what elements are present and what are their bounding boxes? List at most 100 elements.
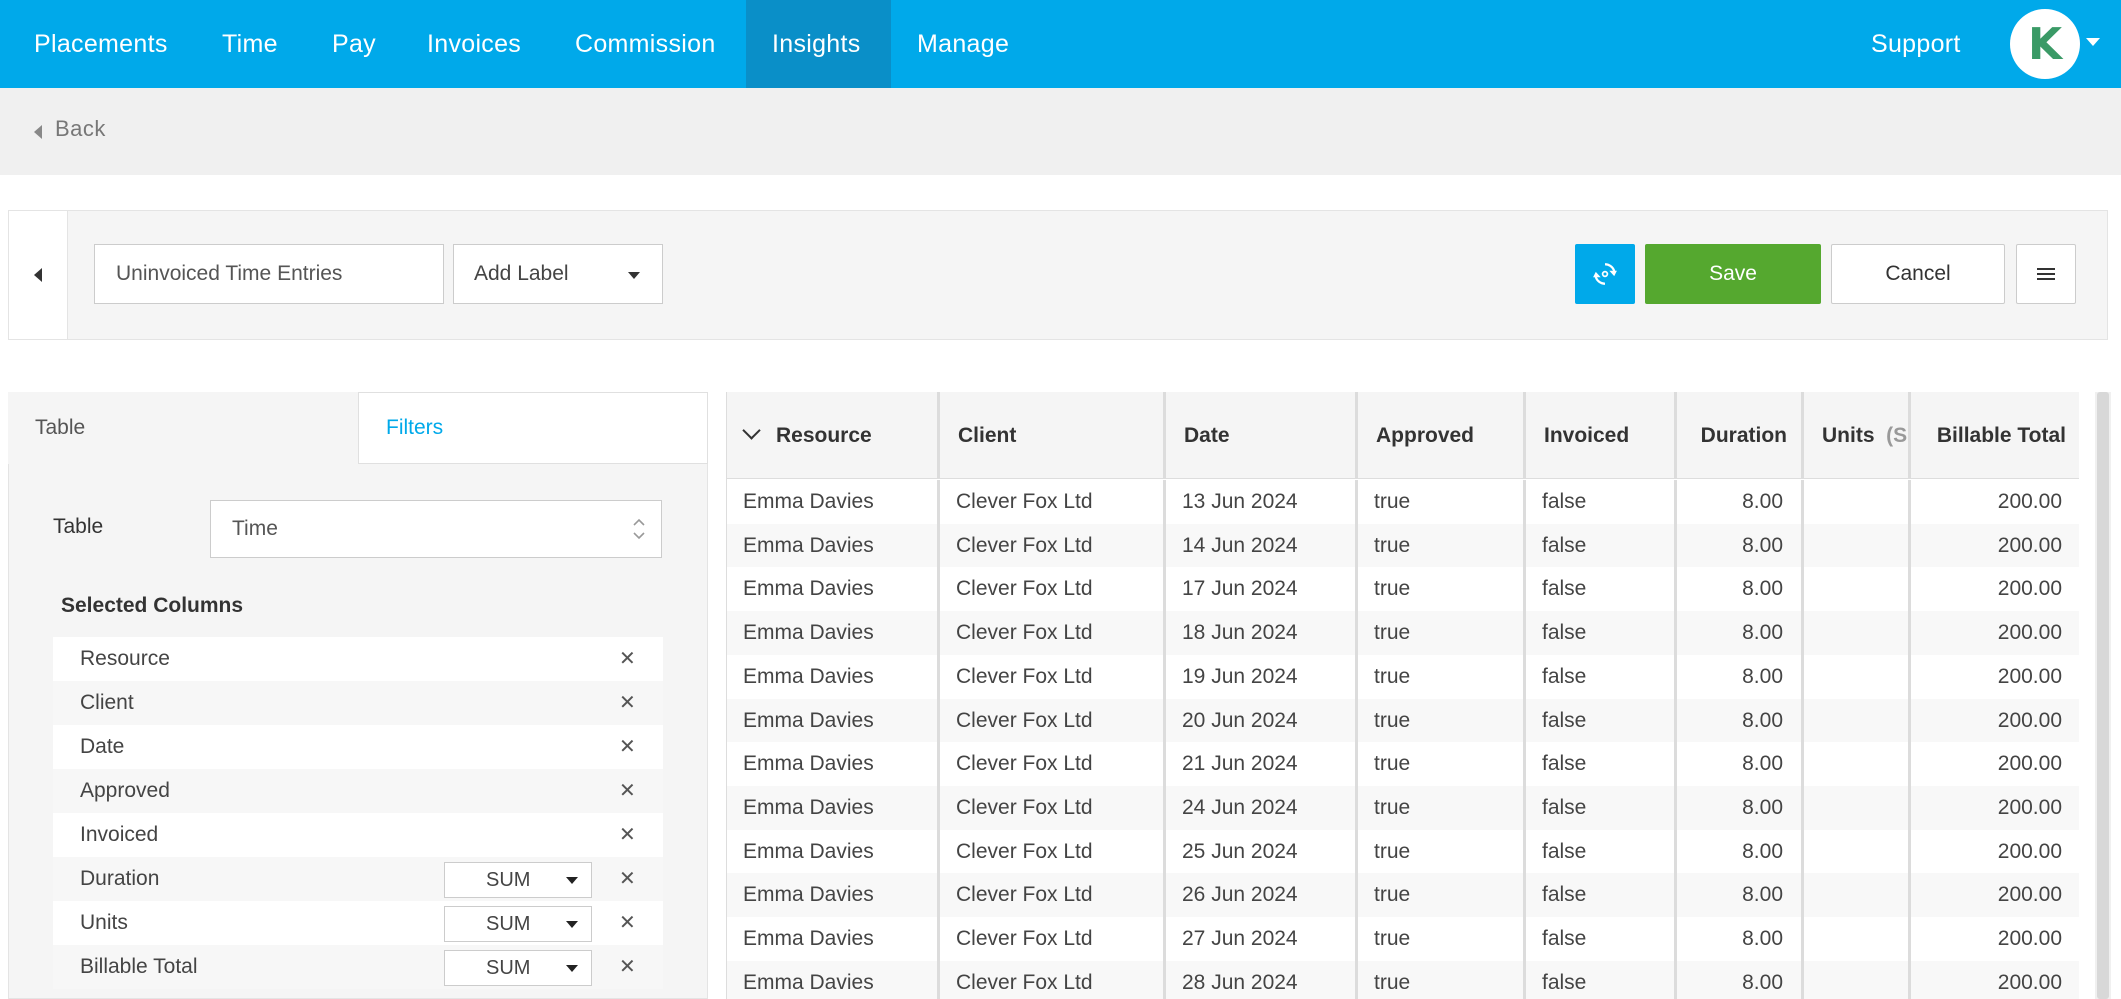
- cell-billable-total: 200.00: [1997, 664, 2062, 688]
- aggregate-select[interactable]: SUM: [444, 906, 592, 942]
- cell-client: Clever Fox Ltd: [940, 917, 1166, 961]
- nav-placements[interactable]: Placements: [8, 0, 194, 88]
- list-item[interactable]: Client ✕: [53, 681, 663, 725]
- cell-resource: Emma Davies: [727, 917, 940, 961]
- cell-duration: 8.00: [1677, 873, 1804, 918]
- table-row[interactable]: Emma Davies Clever Fox Ltd 25 Jun 2024 true…: [727, 829, 2079, 874]
- list-item[interactable]: Billable Total SUM ✕: [53, 945, 663, 989]
- cell-billable-total: 200.00: [1997, 883, 2062, 907]
- header-duration[interactable]: Duration: [1677, 392, 1804, 479]
- refresh-button[interactable]: [1575, 244, 1635, 304]
- list-item[interactable]: Date ✕: [53, 725, 663, 769]
- cell-billable-total: 200.00: [1997, 970, 2062, 994]
- table-row[interactable]: Emma Davies Clever Fox Ltd 19 Jun 2024 true…: [727, 654, 2079, 699]
- cell-approved: true: [1358, 873, 1526, 918]
- header-invoiced[interactable]: Invoiced: [1526, 392, 1677, 479]
- avatar[interactable]: K: [2010, 9, 2080, 79]
- table-row[interactable]: Emma Davies Clever Fox Ltd 26 Jun 2024 true…: [727, 873, 2079, 918]
- aggregate-select[interactable]: SUM: [444, 862, 592, 898]
- cell-billable-total: 200.00: [1997, 927, 2062, 950]
- table-row[interactable]: Emma Davies Clever Fox Ltd 27 Jun 2024 true…: [727, 917, 2079, 961]
- cell-resource: Emma Davies: [727, 698, 940, 743]
- cell-resource: Emma Davies: [727, 654, 940, 699]
- nav-insights[interactable]: Insights: [746, 0, 891, 88]
- avatar-caret-icon[interactable]: [2086, 38, 2100, 46]
- back-arrow-icon[interactable]: [34, 125, 42, 139]
- cell-date: 17 Jun 2024: [1166, 567, 1358, 612]
- aggregate-select[interactable]: SUM: [444, 950, 592, 986]
- cell-units: [1804, 960, 1911, 999]
- close-icon[interactable]: ✕: [619, 910, 636, 935]
- report-name-input[interactable]: [94, 244, 444, 304]
- tab-table[interactable]: Table: [8, 392, 358, 464]
- table-row[interactable]: Emma Davies Clever Fox Ltd 24 Jun 2024 true…: [727, 785, 2079, 830]
- cell-approved: true: [1358, 523, 1526, 568]
- close-icon[interactable]: ✕: [619, 954, 636, 979]
- header-date[interactable]: Date: [1166, 392, 1358, 479]
- cell-approved: true: [1358, 742, 1526, 787]
- nav-commission[interactable]: Commission: [549, 0, 742, 88]
- header-approved[interactable]: Approved: [1358, 392, 1526, 479]
- table-row[interactable]: Emma Davies Clever Fox Ltd 17 Jun 2024 true…: [727, 567, 2079, 612]
- nav-time[interactable]: Time: [196, 0, 304, 88]
- header-billable-total[interactable]: Billable Total: [1911, 392, 2079, 479]
- back-link[interactable]: Back: [55, 116, 106, 142]
- list-item[interactable]: Approved ✕: [53, 769, 663, 813]
- list-item[interactable]: Units SUM ✕: [53, 901, 663, 945]
- cell-units: [1804, 480, 1911, 524]
- cell-resource: Emma Davies: [727, 785, 940, 830]
- cell-resource: Emma Davies: [727, 742, 940, 787]
- nav-manage[interactable]: Manage: [891, 0, 1035, 88]
- cell-client: Clever Fox Ltd: [940, 960, 1166, 999]
- table-row[interactable]: Emma Davies Clever Fox Ltd 20 Jun 2024 true…: [727, 698, 2079, 743]
- table-row[interactable]: Emma Davies Clever Fox Ltd 18 Jun 2024 true…: [727, 611, 2079, 656]
- selected-columns-list: Resource ✕ Client ✕ Date ✕ Approved ✕ In…: [53, 637, 663, 989]
- cell-units: [1804, 917, 1911, 961]
- cell-date: 18 Jun 2024: [1166, 611, 1358, 656]
- cancel-button[interactable]: Cancel: [1831, 244, 2005, 304]
- list-item[interactable]: Duration SUM ✕: [53, 857, 663, 901]
- cell-approved: true: [1358, 654, 1526, 699]
- cell-billable-total: 200.00: [1997, 490, 2062, 513]
- table-select-value: Time: [232, 517, 278, 540]
- list-item[interactable]: Resource ✕: [53, 637, 663, 681]
- cell-approved: true: [1358, 611, 1526, 656]
- tab-filters[interactable]: Filters: [358, 392, 708, 464]
- table-row[interactable]: Emma Davies Clever Fox Ltd 21 Jun 2024 true…: [727, 742, 2079, 787]
- close-icon[interactable]: ✕: [619, 690, 636, 715]
- cell-invoiced: false: [1526, 567, 1677, 612]
- add-label-text: Add Label: [474, 262, 569, 285]
- cell-units: [1804, 742, 1911, 787]
- cell-invoiced: false: [1526, 873, 1677, 918]
- back-bar: [0, 88, 2121, 175]
- aggregate-value: SUM: [486, 869, 531, 891]
- close-icon[interactable]: ✕: [619, 778, 636, 803]
- nav-pay[interactable]: Pay: [306, 0, 402, 88]
- table-row[interactable]: Emma Davies Clever Fox Ltd 13 Jun 2024 true…: [727, 480, 2079, 524]
- nav-support[interactable]: Support: [1845, 0, 1987, 88]
- save-button[interactable]: Save: [1645, 244, 1821, 304]
- cell-date: 28 Jun 2024: [1166, 960, 1358, 999]
- cell-date: 13 Jun 2024: [1166, 480, 1358, 524]
- table-row[interactable]: Emma Davies Clever Fox Ltd 14 Jun 2024 true…: [727, 523, 2079, 568]
- close-icon[interactable]: ✕: [619, 646, 636, 671]
- chevron-down-icon[interactable]: [742, 421, 761, 440]
- column-name: Units: [80, 911, 128, 934]
- menu-button[interactable]: [2016, 244, 2076, 304]
- cell-invoiced: false: [1526, 742, 1677, 787]
- scrollbar-thumb[interactable]: [2097, 392, 2109, 999]
- top-nav: Placements Time Pay Invoices Commission …: [0, 0, 2121, 88]
- cell-client: Clever Fox Ltd: [940, 611, 1166, 656]
- nav-invoices[interactable]: Invoices: [401, 0, 547, 88]
- header-units[interactable]: Units (S: [1804, 392, 1911, 479]
- header-resource[interactable]: Resource: [727, 392, 940, 479]
- header-client[interactable]: Client: [940, 392, 1166, 479]
- close-icon[interactable]: ✕: [619, 866, 636, 891]
- close-icon[interactable]: ✕: [619, 734, 636, 759]
- table-select[interactable]: Time: [210, 500, 662, 558]
- list-item[interactable]: Invoiced ✕: [53, 813, 663, 857]
- cell-approved: true: [1358, 480, 1526, 524]
- updown-icon: [633, 518, 645, 540]
- close-icon[interactable]: ✕: [619, 822, 636, 847]
- table-row[interactable]: Emma Davies Clever Fox Ltd 28 Jun 2024 true…: [727, 960, 2079, 999]
